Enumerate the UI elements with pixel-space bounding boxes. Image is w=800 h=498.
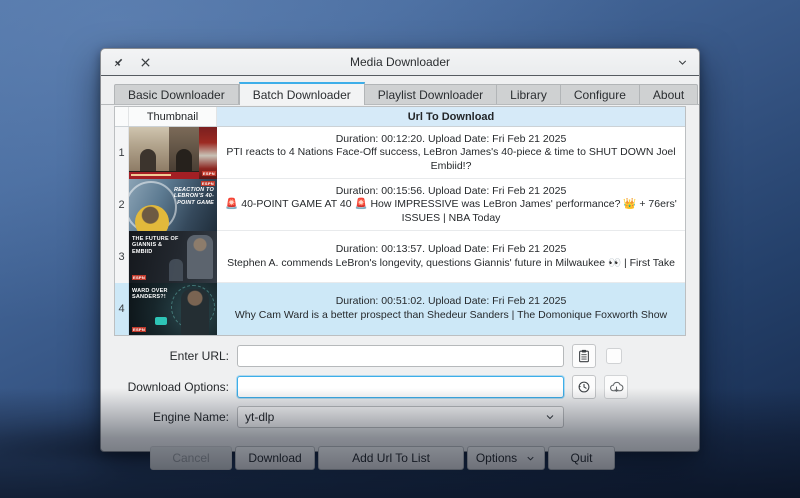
cloud-download-icon bbox=[609, 380, 624, 395]
engine-name-label: Engine Name: bbox=[114, 410, 229, 424]
row-number: 4 bbox=[115, 283, 129, 335]
download-list-table: Thumbnail Url To Download 1 ESPN bbox=[114, 106, 686, 336]
video-title: 🚨 40-POINT GAME AT 40 🚨 How IMPRESSIVE w… bbox=[225, 198, 677, 225]
engine-selected-value: yt-dlp bbox=[245, 410, 274, 424]
batch-downloader-page: Thumbnail Url To Download 1 ESPN bbox=[101, 105, 699, 480]
row-number: 2 bbox=[115, 179, 129, 231]
video-meta: Duration: 00:13:57. Upload Date: Fri Feb… bbox=[225, 243, 677, 257]
table-header-row: Thumbnail Url To Download bbox=[115, 107, 685, 127]
tab-batch-downloader[interactable]: Batch Downloader bbox=[239, 82, 365, 105]
download-form: Enter URL: Download Options: bbox=[114, 344, 686, 435]
thumbnail-image: ESPN bbox=[129, 127, 217, 179]
close-icon[interactable] bbox=[138, 55, 152, 69]
cancel-button[interactable]: Cancel bbox=[150, 446, 232, 470]
engine-select[interactable]: yt-dlp bbox=[237, 406, 564, 428]
tab-about[interactable]: About bbox=[640, 84, 698, 104]
video-meta: Duration: 00:51:02. Upload Date: Fri Feb… bbox=[225, 295, 677, 309]
video-title: Why Cam Ward is a better prospect than S… bbox=[225, 309, 677, 323]
chevron-down-icon bbox=[525, 453, 536, 464]
tab-configure[interactable]: Configure bbox=[561, 84, 640, 104]
espn-logo: ESPN bbox=[132, 275, 146, 280]
tab-bar: Basic Downloader Batch Downloader Playli… bbox=[101, 76, 699, 105]
pin-icon[interactable] bbox=[111, 55, 125, 69]
clipboard-icon bbox=[577, 349, 591, 363]
video-entry: Duration: 00:13:57. Upload Date: Fri Feb… bbox=[217, 231, 685, 283]
chevron-down-icon[interactable] bbox=[675, 55, 689, 69]
video-title: Stephen A. commends LeBron's longevity, … bbox=[225, 257, 677, 271]
thumbnail-caption: Reaction to LeBron's 40-Point Game bbox=[162, 187, 214, 206]
enter-url-label: Enter URL: bbox=[114, 349, 229, 363]
row-number: 1 bbox=[115, 127, 129, 179]
column-header-thumbnail: Thumbnail bbox=[129, 107, 217, 126]
thumbnail-image: The Future of Giannis & Embiid ESPN bbox=[129, 231, 217, 283]
paste-clipboard-button[interactable] bbox=[572, 344, 596, 368]
download-options-label: Download Options: bbox=[114, 380, 229, 394]
app-window: Media Downloader Basic Downloader Batch … bbox=[100, 48, 700, 452]
download-options-input[interactable] bbox=[237, 376, 564, 398]
video-meta: Duration: 00:12:20. Upload Date: Fri Feb… bbox=[225, 133, 677, 147]
table-row[interactable]: 3 The Future of Giannis & Embiid ESPN Du… bbox=[115, 231, 685, 283]
tab-library[interactable]: Library bbox=[497, 84, 561, 104]
clock-history-icon bbox=[577, 380, 591, 394]
table-row[interactable]: 2 Reaction to LeBron's 40-Point Game ESP… bbox=[115, 179, 685, 231]
column-header-url: Url To Download bbox=[217, 107, 685, 126]
video-entry: Duration: 00:51:02. Upload Date: Fri Feb… bbox=[217, 283, 685, 335]
url-option-checkbox[interactable] bbox=[606, 348, 622, 364]
video-title: PTI reacts to 4 Nations Face-Off success… bbox=[225, 146, 677, 173]
thumbnail-image: Ward over Sanders?! ESPN bbox=[129, 283, 217, 335]
chevron-down-icon bbox=[544, 411, 556, 423]
window-title: Media Downloader bbox=[101, 55, 699, 69]
add-url-to-list-button[interactable]: Add Url To List bbox=[318, 446, 464, 470]
table-corner-cell bbox=[115, 107, 129, 126]
video-entry: Duration: 00:12:20. Upload Date: Fri Feb… bbox=[217, 127, 685, 179]
espn-logo: ESPN bbox=[202, 171, 216, 176]
action-button-row: Cancel Download Add Url To List Options … bbox=[114, 446, 686, 470]
thumbnail-image: Reaction to LeBron's 40-Point Game ESPN bbox=[129, 179, 217, 231]
download-defaults-button[interactable] bbox=[604, 375, 628, 399]
titlebar[interactable]: Media Downloader bbox=[101, 49, 699, 76]
download-button[interactable]: Download bbox=[235, 446, 315, 470]
espn-logo: ESPN bbox=[201, 181, 215, 186]
tab-playlist-downloader[interactable]: Playlist Downloader bbox=[365, 84, 497, 104]
tab-basic-downloader[interactable]: Basic Downloader bbox=[114, 84, 239, 104]
thumbnail-caption: Ward over Sanders?! bbox=[132, 288, 178, 301]
url-input[interactable] bbox=[237, 345, 564, 367]
row-number: 3 bbox=[115, 231, 129, 283]
table-row[interactable]: 1 ESPN Duration: 00:12:20. Upload Date: … bbox=[115, 127, 685, 179]
video-entry: Duration: 00:15:56. Upload Date: Fri Feb… bbox=[217, 179, 685, 231]
options-button[interactable]: Options bbox=[467, 446, 545, 470]
desktop-background: Media Downloader Basic Downloader Batch … bbox=[0, 0, 800, 498]
options-history-button[interactable] bbox=[572, 375, 596, 399]
espn-logo: ESPN bbox=[132, 327, 146, 332]
quit-button[interactable]: Quit bbox=[548, 446, 615, 470]
thumbnail-caption: The Future of Giannis & Embiid bbox=[132, 236, 184, 255]
table-row-selected[interactable]: 4 Ward over Sanders?! ESPN Duration: 00:… bbox=[115, 283, 685, 335]
video-meta: Duration: 00:15:56. Upload Date: Fri Feb… bbox=[225, 185, 677, 199]
